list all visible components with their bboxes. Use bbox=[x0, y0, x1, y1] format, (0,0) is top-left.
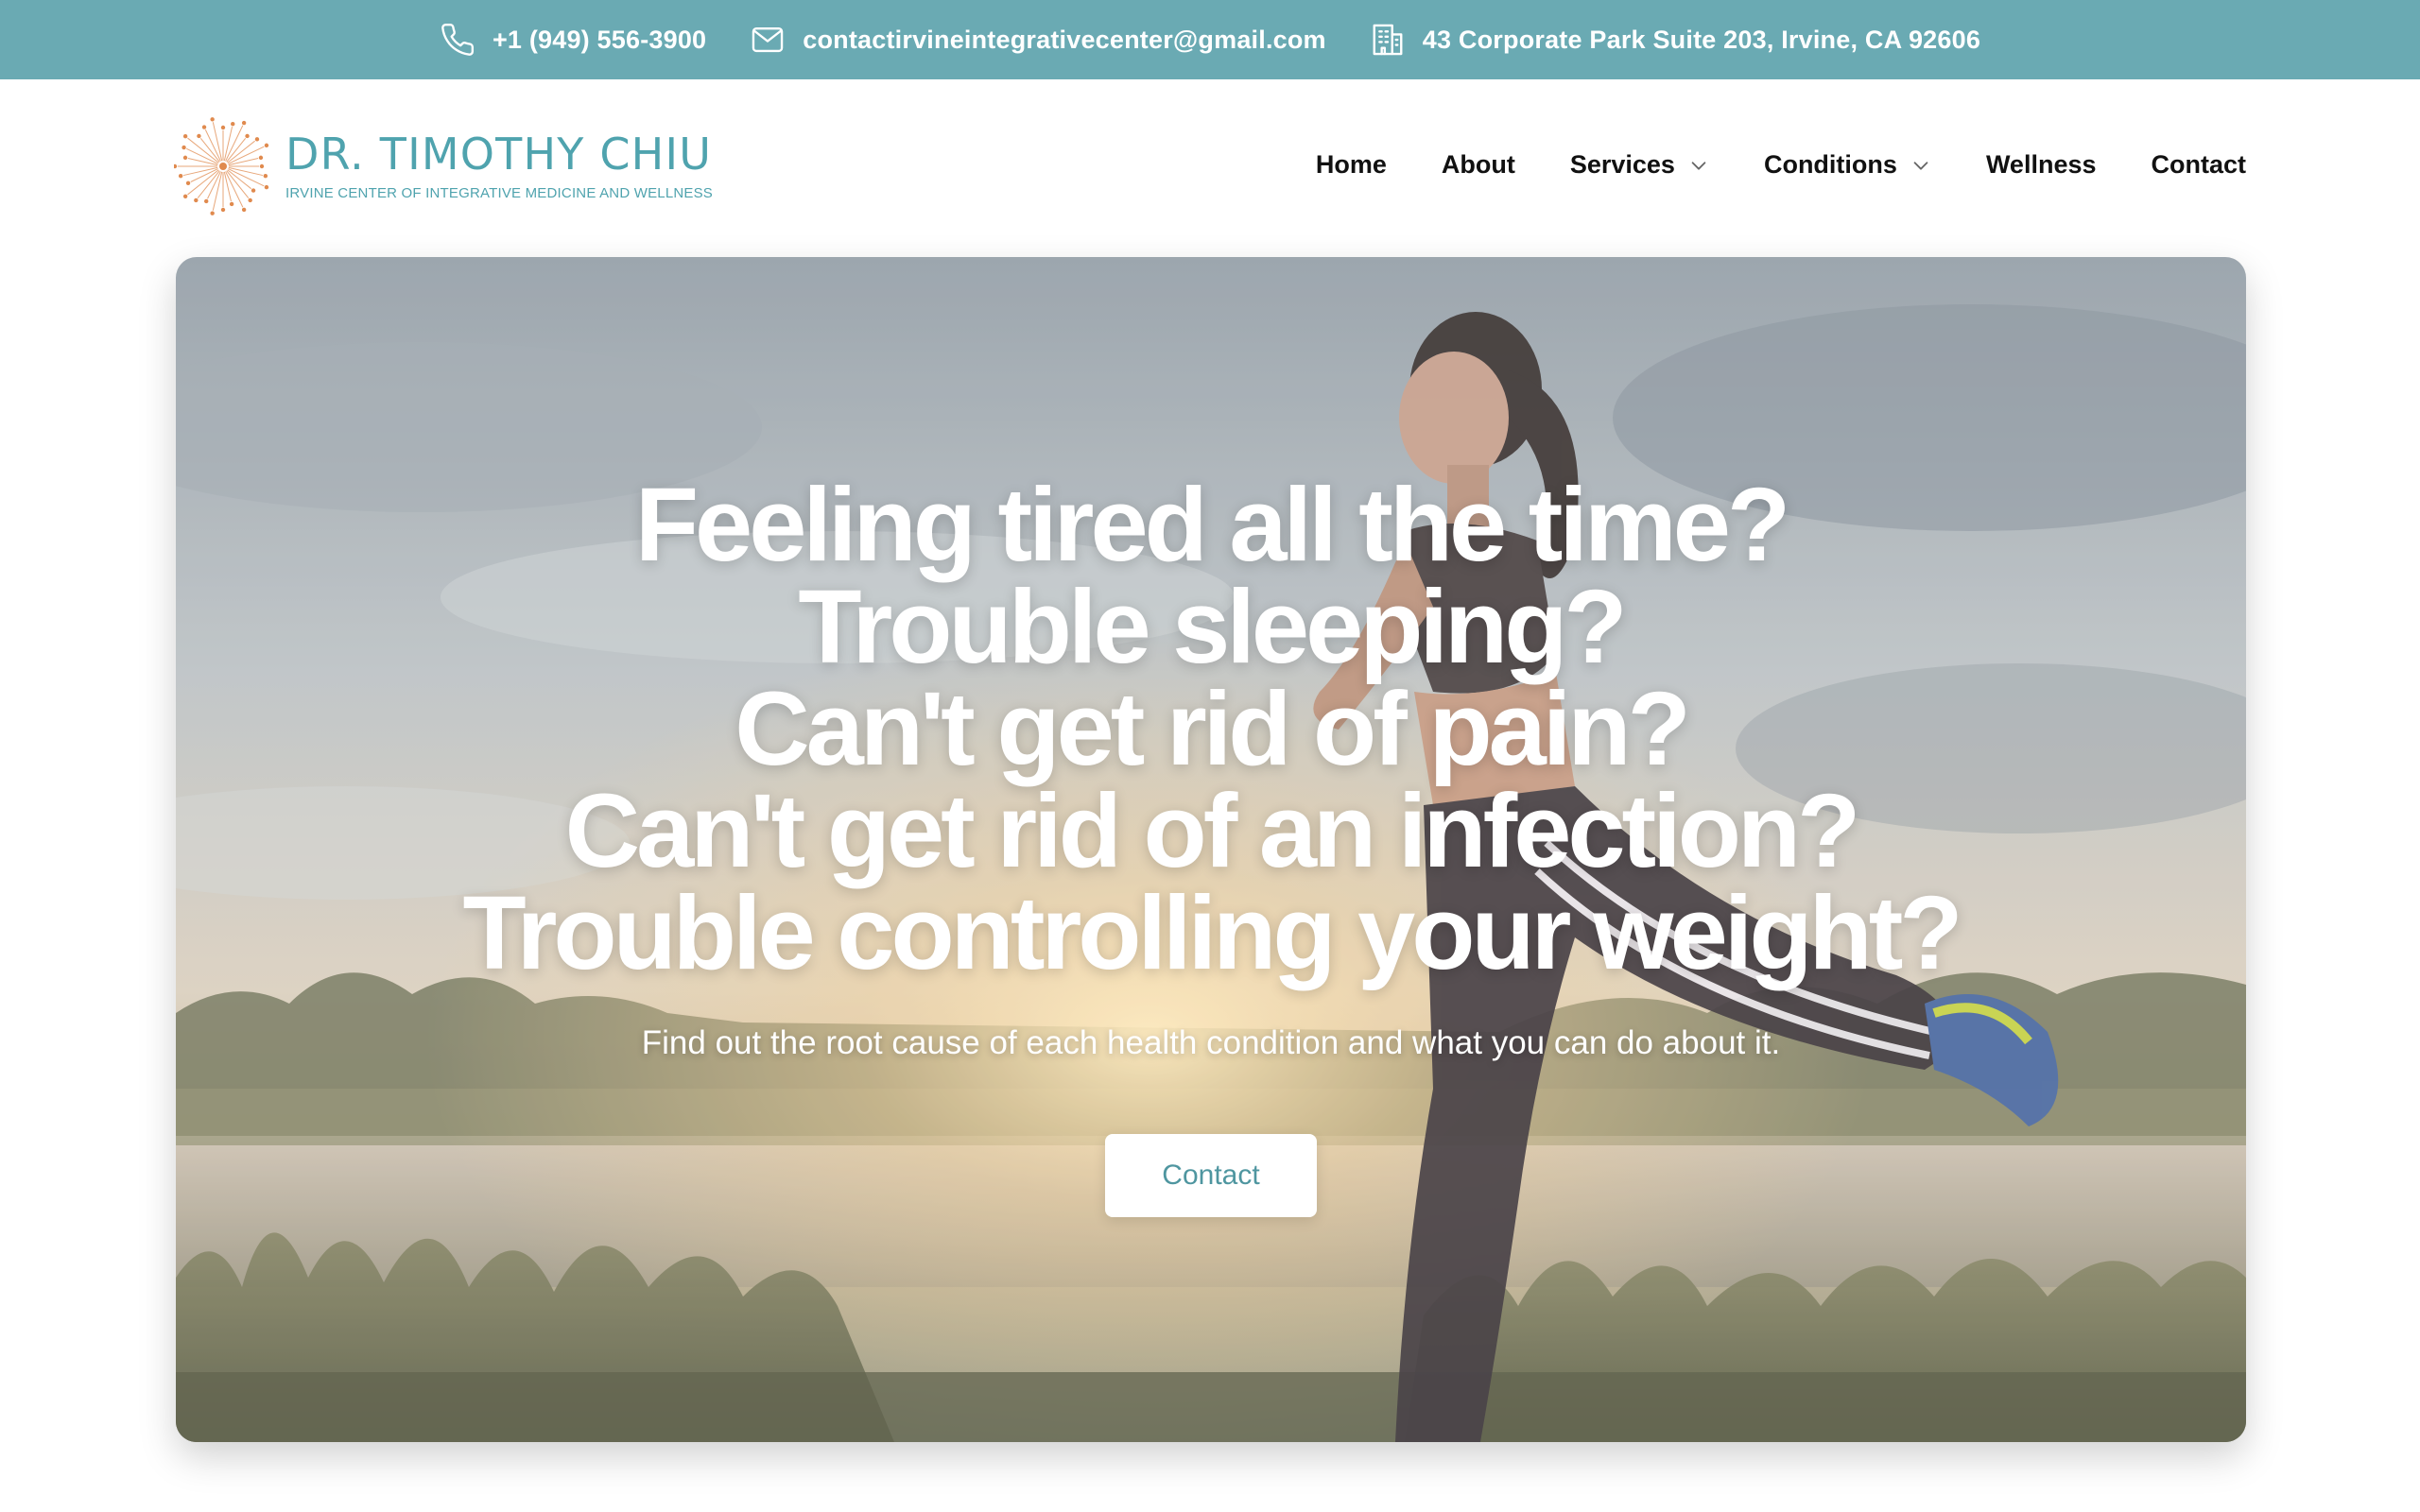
hero-content: Feeling tired all the time? Trouble slee… bbox=[176, 467, 2246, 1217]
dandelion-logo-icon bbox=[174, 117, 269, 215]
contact-address[interactable]: 43 Corporate Park Suite 203, Irvine, CA … bbox=[1370, 22, 1980, 58]
nav-wellness-label: Wellness bbox=[1985, 150, 2097, 179]
logo-text: DR. TIMOTHY CHIU IRVINE CENTER OF INTEGR… bbox=[285, 132, 713, 201]
nav-wellness[interactable]: Wellness bbox=[1986, 150, 2097, 180]
contact-email[interactable]: contactirvineintegrativecenter@gmail.com bbox=[750, 22, 1326, 58]
hero-headline-line: Can't get rid of an infection? bbox=[564, 773, 1861, 889]
main-nav: Home About Services Conditions Wellness … bbox=[1316, 150, 2246, 180]
hero-headline-line: Trouble sleeping? bbox=[798, 569, 1627, 685]
hero-banner: Feeling tired all the time? Trouble slee… bbox=[176, 257, 2246, 1442]
chevron-down-icon bbox=[1688, 155, 1709, 176]
contact-email-text: contactirvineintegrativecenter@gmail.com bbox=[803, 25, 1326, 54]
site-header: DR. TIMOTHY CHIU IRVINE CENTER OF INTEGR… bbox=[0, 79, 2420, 257]
logo-subtitle: IRVINE CENTER OF INTEGRATIVE MEDICINE AN… bbox=[285, 184, 714, 201]
nav-home-label: Home bbox=[1315, 150, 1387, 179]
hero-headline-line: Trouble controlling your weight? bbox=[462, 875, 1962, 991]
hero-headline-line: Feeling tired all the time? bbox=[634, 467, 1790, 583]
nav-contact-label: Contact bbox=[2151, 150, 2247, 179]
nav-services[interactable]: Services bbox=[1570, 150, 1709, 180]
nav-about-label: About bbox=[1441, 150, 1515, 179]
logo-title: DR. TIMOTHY CHIU bbox=[285, 128, 713, 180]
contact-address-text: 43 Corporate Park Suite 203, Irvine, CA … bbox=[1422, 25, 1981, 54]
nav-services-label: Services bbox=[1569, 150, 1675, 179]
envelope-icon bbox=[750, 22, 786, 58]
phone-icon bbox=[440, 22, 475, 58]
site-logo[interactable]: DR. TIMOTHY CHIU IRVINE CENTER OF INTEGR… bbox=[174, 117, 713, 215]
nav-conditions-label: Conditions bbox=[1763, 150, 1897, 179]
contact-phone-text: +1 (949) 556-3900 bbox=[492, 25, 707, 54]
building-icon bbox=[1370, 22, 1406, 58]
nav-conditions[interactable]: Conditions bbox=[1764, 150, 1931, 180]
hero-headline-line: Can't get rid of pain? bbox=[735, 671, 1691, 787]
contact-bar: +1 (949) 556-3900 contactirvineintegrati… bbox=[0, 0, 2420, 79]
hero-subtitle: Find out the root cause of each health c… bbox=[641, 1024, 1781, 1061]
nav-contact[interactable]: Contact bbox=[2152, 150, 2247, 180]
nav-about[interactable]: About bbox=[1442, 150, 1515, 180]
hero-contact-button[interactable]: Contact bbox=[1105, 1134, 1317, 1217]
nav-home[interactable]: Home bbox=[1316, 150, 1387, 180]
chevron-down-icon bbox=[1910, 155, 1931, 176]
contact-phone[interactable]: +1 (949) 556-3900 bbox=[440, 22, 706, 58]
